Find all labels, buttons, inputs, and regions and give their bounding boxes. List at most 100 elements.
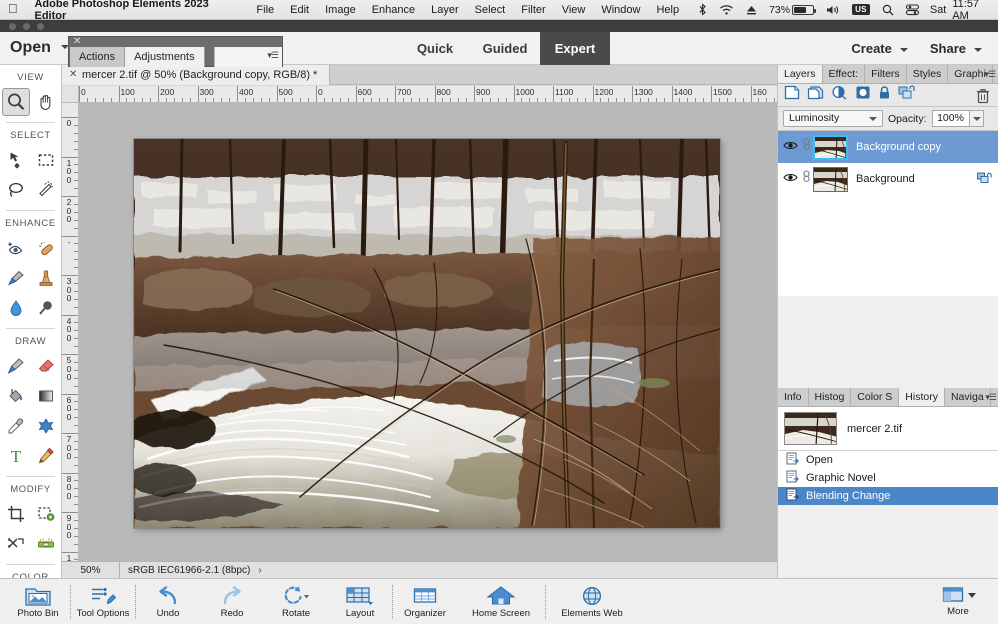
eraser-tool[interactable] (32, 352, 60, 380)
menu-select[interactable]: Select (467, 4, 514, 16)
history-source-thumbnail[interactable] (784, 412, 837, 445)
tab-styles[interactable]: Styles (906, 65, 949, 83)
clone-stamp-tool[interactable] (32, 264, 60, 292)
speaker-icon[interactable] (821, 4, 845, 16)
red-eye-removal-tool[interactable] (2, 234, 30, 262)
lock-layer-button[interactable] (878, 85, 891, 105)
hand-tool[interactable] (32, 88, 60, 116)
menu-enhance[interactable]: Enhance (364, 4, 423, 16)
share-chevron-down-icon[interactable] (974, 47, 982, 52)
tab-navigator[interactable]: Naviga (944, 388, 991, 406)
pencil-tool[interactable] (32, 442, 60, 470)
menu-filter[interactable]: Filter (513, 4, 553, 16)
menu-layer[interactable]: Layer (423, 4, 467, 16)
search-icon[interactable] (877, 4, 899, 16)
canvas-area[interactable] (79, 103, 777, 561)
link-icon[interactable] (799, 170, 813, 188)
layer-row-background-copy[interactable]: Background copy (778, 131, 998, 163)
document-tab[interactable]: ✕ mercer 2.tif @ 50% (Background copy, R… (62, 65, 331, 85)
tab-layers[interactable]: Layers (778, 65, 823, 83)
history-source-row[interactable]: mercer 2.tif (778, 407, 998, 451)
menu-edit[interactable]: Edit (282, 4, 317, 16)
layout-button[interactable]: Layout (328, 579, 392, 624)
eject-icon[interactable] (741, 4, 762, 16)
history-state-open[interactable]: Open (778, 451, 998, 469)
gradient-tool[interactable] (32, 382, 60, 410)
zoom-tool[interactable] (1, 88, 30, 116)
menubar-time[interactable]: 11:57 AM (948, 0, 992, 22)
new-layer-button[interactable] (784, 85, 800, 105)
spot-healing-brush-tool[interactable] (32, 234, 60, 262)
menubar-app-name[interactable]: Adobe Photoshop Elements 2023 Editor (25, 0, 248, 22)
adjustment-layer-button[interactable] (831, 85, 848, 105)
menu-file[interactable]: File (248, 4, 282, 16)
control-center-icon[interactable] (901, 3, 924, 16)
eye-icon[interactable] (782, 170, 799, 188)
tab-actions[interactable]: Actions (70, 47, 126, 67)
type-tool[interactable]: T (2, 442, 30, 470)
organizer-button[interactable]: Organizer (393, 579, 457, 624)
battery-status[interactable]: 73% (764, 4, 819, 16)
zoom-level-field[interactable]: 50% (62, 561, 120, 579)
window-minimize-button[interactable] (23, 23, 30, 30)
link-layers-button[interactable] (898, 85, 915, 105)
close-icon[interactable]: ✕ (73, 37, 81, 47)
opacity-dropdown-button[interactable] (969, 110, 984, 127)
menu-image[interactable]: Image (317, 4, 364, 16)
tab-histogram[interactable]: Histog (808, 388, 852, 406)
tab-adjustments[interactable]: Adjustments (125, 47, 205, 67)
more-button[interactable]: More (926, 578, 990, 624)
layer-name[interactable]: Background (848, 173, 915, 185)
history-state-graphic-novel[interactable]: Graphic Novel (778, 469, 998, 487)
layer-thumbnail[interactable] (813, 166, 848, 192)
custom-shape-tool[interactable] (32, 412, 60, 440)
horizontal-ruler[interactable]: 0 100 200 300 400 500 0 600 700 800 900 1000 1100 120… (62, 86, 777, 103)
redo-button[interactable]: Redo (200, 579, 264, 624)
sponge-tool[interactable] (32, 294, 60, 322)
crop-tool[interactable] (2, 500, 30, 528)
panel-menu-icon[interactable]: ▾☰ (984, 69, 996, 80)
wifi-icon[interactable] (714, 4, 739, 16)
menubar-day[interactable]: Sat (926, 4, 947, 16)
lock-badge-icon[interactable] (977, 172, 992, 190)
move-tool[interactable] (2, 146, 30, 174)
blur-tool[interactable] (2, 294, 30, 322)
bluetooth-icon[interactable] (693, 3, 712, 16)
tool-options-button[interactable]: Tool Options (71, 579, 135, 624)
content-aware-move-tool[interactable] (2, 530, 30, 558)
color-picker-tool[interactable] (2, 412, 30, 440)
menu-window[interactable]: Window (593, 4, 648, 16)
chevron-down-icon[interactable] (967, 592, 976, 598)
photo-bin-button[interactable]: Photo Bin (6, 579, 70, 624)
layer-thumbnail[interactable] (813, 134, 848, 160)
tab-history[interactable]: History (899, 388, 945, 406)
apple-logo-icon[interactable]:  (0, 2, 25, 17)
duplicate-layer-button[interactable] (807, 85, 824, 105)
create-chevron-down-icon[interactable] (899, 47, 908, 52)
layer-row-background[interactable]: Background (778, 163, 998, 195)
opacity-input[interactable]: 100% (931, 110, 970, 127)
history-state-blending-change[interactable]: Blending Change (778, 487, 998, 505)
window-maximize-button[interactable] (37, 23, 44, 30)
elements-web-button[interactable]: Elements Web (546, 579, 638, 624)
delete-layer-button[interactable] (976, 88, 990, 109)
quick-selection-tool[interactable] (32, 176, 60, 204)
menu-view[interactable]: View (554, 4, 594, 16)
eye-icon[interactable] (782, 138, 799, 156)
layer-name[interactable]: Background copy (848, 141, 941, 153)
close-icon[interactable]: ✕ (69, 65, 77, 85)
smart-brush-tool[interactable] (2, 264, 30, 292)
tab-guided[interactable]: Guided (470, 32, 540, 65)
create-button[interactable]: Create (841, 41, 895, 56)
link-icon[interactable] (799, 138, 813, 156)
rectangular-marquee-tool[interactable] (32, 146, 60, 174)
tab-effects[interactable]: Effect: (822, 65, 866, 83)
undo-button[interactable]: Undo (136, 579, 200, 624)
vertical-ruler[interactable]: 0 100 200 - 300 400 500 600 700 800 900 1 (62, 103, 79, 561)
menu-help[interactable]: Help (648, 4, 687, 16)
window-close-button[interactable] (9, 23, 16, 30)
share-button[interactable]: Share (920, 41, 970, 56)
brush-tool[interactable] (2, 352, 30, 380)
layer-mask-button[interactable] (855, 85, 871, 105)
tab-color-swatches[interactable]: Color S (851, 388, 900, 406)
